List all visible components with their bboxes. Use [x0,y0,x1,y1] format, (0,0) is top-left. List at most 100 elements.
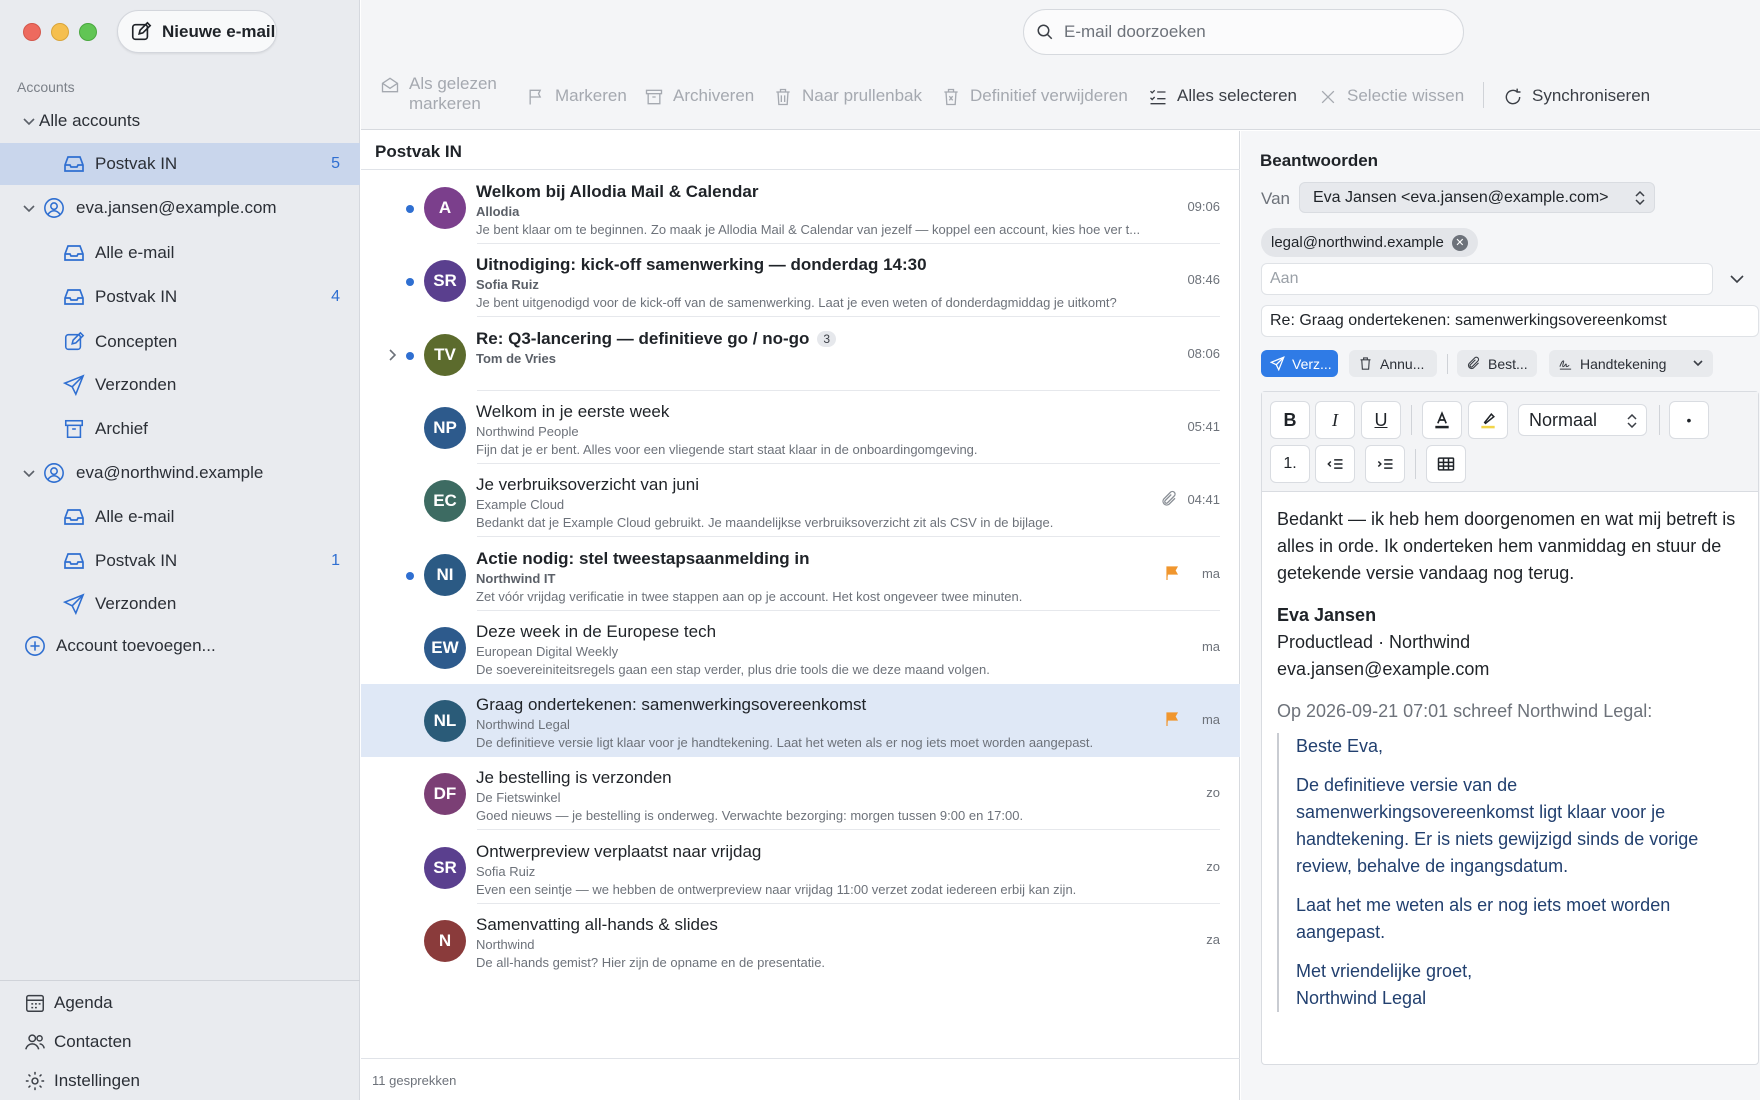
message-sender: Northwind [476,937,535,952]
chevron-down-icon[interactable] [22,114,36,128]
insert-table-button[interactable] [1426,445,1466,483]
new-mail-button[interactable]: Nieuwe e-mail [117,10,277,53]
sidebar-item-all-accounts[interactable]: Alle accounts [0,100,360,142]
message-time: zo [1206,858,1220,874]
chevron-right-icon[interactable] [387,348,399,362]
nav-label: Contacten [54,1032,132,1051]
message-row[interactable]: EW Deze week in de Europese tech European … [361,611,1240,684]
bullet-list-button[interactable]: • [1669,401,1709,439]
avatar: N [424,920,466,962]
from-value: Eva Jansen <eva.jansen@example.com> [1313,188,1609,206]
signature-button[interactable]: Handtekening [1549,350,1713,377]
nav-settings[interactable]: Instellingen [0,1062,360,1100]
underline-button[interactable]: U [1361,401,1401,439]
new-mail-label: Nieuwe e-mail [162,21,276,41]
quote-header: Op 2026-09-21 07:01 schreef Northwind Le… [1277,701,1653,721]
message-subject: Je bestelling is verzonden [476,768,672,788]
sidebar-item-all-mail[interactable]: Alle e-mail [0,232,360,274]
recipient-chip[interactable]: legal@northwind.example ✕ [1261,228,1478,257]
move-to-trash-button[interactable]: Naar prullenbak [773,86,922,107]
message-time: 08:06 [1187,345,1220,361]
mark-read-button[interactable]: Als gelezen markeren [380,74,497,114]
attach-button[interactable]: Best... [1457,350,1537,377]
sidebar-item-archive[interactable]: Archief [0,408,360,450]
italic-button[interactable]: I [1315,401,1355,439]
message-editor[interactable]: B I U Normaal • 1. Bedankt — ik heb hem … [1261,391,1759,1065]
indent-button[interactable] [1365,445,1405,483]
gear-icon [25,1071,45,1091]
sidebar-item-all-mail[interactable]: Alle e-mail [0,496,360,538]
message-row[interactable]: SR Uitnodiging: kick-off samenwerking — d… [361,244,1240,318]
message-row[interactable]: NL Graag ondertekenen: samenwerkingsovere… [361,684,1240,758]
divider [1659,405,1660,435]
search-placeholder: E-mail doorzoeken [1064,22,1206,41]
sidebar-item-account-eva-jansen[interactable]: eva.jansen@example.com [0,187,360,229]
delete-permanently-button[interactable]: Definitief verwijderen [941,86,1128,107]
send-icon [62,592,86,616]
sidebar-item-sent[interactable]: Verzonden [0,364,360,406]
search-input[interactable]: E-mail doorzoeken [1023,9,1464,55]
paragraph-style-select[interactable]: Normaal [1518,404,1647,436]
indent-icon [1377,459,1393,469]
message-row[interactable]: NI Actie nodig: stel tweestapsaanmelding … [361,538,1240,611]
highlight-button[interactable] [1468,401,1508,439]
reply-pane: Beantwoorden Van Eva Jansen <eva.jansen@… [1241,131,1760,1100]
discard-button[interactable]: Annu... [1349,350,1437,377]
message-body[interactable]: Bedankt — ik heb hem doorgenomen en wat … [1277,506,1747,1012]
chevron-down-icon[interactable] [22,466,36,480]
outdent-button[interactable] [1315,445,1355,483]
account-email: eva@northwind.example [76,463,264,482]
message-row[interactable]: SR Ontwerpreview verplaatst naar vrijdag S… [361,831,1240,904]
sidebar-item-sent[interactable]: Verzonden [0,583,360,625]
send-button[interactable]: Verz... [1261,350,1338,377]
text-color-button[interactable] [1422,401,1462,439]
nav-calendar[interactable]: Agenda [0,984,360,1022]
add-account-button[interactable]: Account toevoegen... [0,625,360,667]
select-all-button[interactable]: Alles selecteren [1148,86,1297,107]
remove-recipient-icon[interactable]: ✕ [1451,234,1468,251]
from-select[interactable]: Eva Jansen <eva.jansen@example.com> [1299,182,1655,213]
window-close-button[interactable] [23,23,41,41]
message-row[interactable]: N Samenvatting all-hands & slides Northwin… [361,904,1240,977]
window-maximize-button[interactable] [79,23,97,41]
to-field[interactable]: Aan [1261,263,1713,295]
subject-field[interactable]: Re: Graag ondertekenen: samenwerkingsove… [1261,305,1759,337]
clear-selection-label: Selectie wissen [1347,86,1465,105]
message-subject: Uitnodiging: kick-off samenwerking — don… [476,255,927,275]
avatar: NL [424,700,466,743]
window-minimize-button[interactable] [51,23,69,41]
sidebar-item-inbox[interactable]: Postvak IN 4 [0,276,360,318]
message-row[interactable]: DF Je bestelling is verzonden De Fietswink… [361,757,1240,831]
flag-button[interactable]: Markeren [526,86,627,107]
chevron-down-icon[interactable] [22,201,36,215]
archive-button[interactable]: Archiveren [644,86,754,107]
clear-selection-button[interactable]: Selectie wissen [1318,86,1464,107]
flag-icon[interactable] [1164,565,1180,581]
divider [1447,354,1448,374]
format-toolbar: B I U Normaal • 1. [1262,392,1758,492]
sidebar-item-account-eva-northwind[interactable]: eva@northwind.example [0,452,360,494]
archive-label: Archiveren [673,86,755,105]
message-row[interactable]: TV Re: Q3-lancering — definitieve go / no… [361,318,1240,391]
sidebar-item-label: Alle accounts [39,111,141,130]
message-time: ma [1201,712,1220,728]
message-sender: Northwind IT [476,570,556,586]
sidebar-item-drafts[interactable]: Concepten [0,321,360,363]
chevron-down-icon[interactable] [1729,271,1745,287]
sidebar-item-label: Alle e-mail [95,507,175,526]
numbered-list-button[interactable]: 1. [1270,445,1310,483]
chevron-down-icon [1693,360,1703,367]
archive-icon [645,89,663,105]
sidebar-item-inbox[interactable]: Postvak IN 1 [0,540,360,582]
nav-contacts[interactable]: Contacten [0,1023,360,1061]
sync-button[interactable]: Synchroniseren [1503,86,1650,107]
message-row[interactable]: EC Je verbruiksoverzicht van juni Example … [361,464,1240,538]
message-row[interactable]: NP Welkom in je eerste week Northwind Peop… [361,391,1240,464]
flag-icon[interactable] [1164,711,1180,727]
subject-text: Welkom bij Allodia Mail & Calendar [476,182,759,201]
archive-icon [62,417,86,441]
sidebar-item-unified-inbox[interactable]: Postvak IN 5 [0,143,360,185]
bold-button[interactable]: B [1270,401,1310,439]
message-row[interactable]: A Welkom bij Allodia Mail & Calendar Allod… [361,171,1240,244]
list-footer: 11 gesprekken [361,1058,1240,1100]
